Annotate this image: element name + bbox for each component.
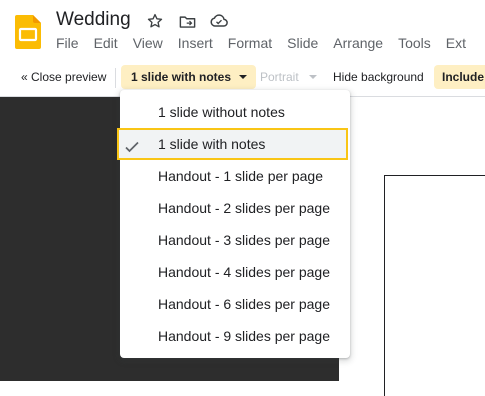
layout-option-handout-9[interactable]: Handout - 9 slides per page (120, 320, 350, 352)
menu-arrange[interactable]: Arrange (333, 35, 383, 55)
layout-option-handout-3[interactable]: Handout - 3 slides per page (120, 224, 350, 256)
menu-edit[interactable]: Edit (94, 35, 118, 55)
orientation-dropdown: Portrait (260, 65, 317, 89)
caret-down-icon (308, 75, 317, 79)
layout-option-slide-without-notes[interactable]: 1 slide without notes (120, 96, 350, 128)
layout-option-handout-1[interactable]: Handout - 1 slide per page (120, 160, 350, 192)
layout-dropdown[interactable]: 1 slide with notes (121, 65, 257, 89)
menu-insert[interactable]: Insert (178, 35, 213, 55)
layout-menu: 1 slide without notes 1 slide with notes… (117, 90, 350, 358)
layout-option-slide-with-notes[interactable]: 1 slide with notes (117, 128, 348, 160)
menu-extensions[interactable]: Ext (446, 35, 466, 55)
layout-dropdown-label: 1 slide with notes (131, 70, 232, 84)
close-preview-button[interactable]: « Close preview (21, 65, 106, 89)
menu-view[interactable]: View (133, 35, 163, 55)
menu-tools[interactable]: Tools (398, 35, 431, 55)
layout-option-handout-2[interactable]: Handout - 2 slides per page (120, 192, 350, 224)
cloud-saved-icon[interactable] (209, 11, 229, 31)
include-skipped-button[interactable]: Include s (434, 65, 485, 89)
move-to-folder-icon[interactable] (177, 11, 197, 31)
star-icon[interactable] (145, 11, 165, 31)
menu-format[interactable]: Format (228, 35, 272, 55)
layout-option-handout-6[interactable]: Handout - 6 slides per page (120, 288, 350, 320)
hide-background-button[interactable]: Hide background (333, 65, 424, 89)
orientation-label: Portrait (260, 70, 299, 84)
menu-file[interactable]: File (56, 35, 79, 55)
check-icon (124, 136, 140, 153)
document-title[interactable]: Wedding (56, 9, 131, 31)
toolbar-divider (115, 68, 116, 88)
caret-down-icon (239, 75, 248, 79)
menu-bar: File Edit View Insert Format Slide Arran… (56, 35, 466, 55)
layout-option-handout-4[interactable]: Handout - 4 slides per page (120, 256, 350, 288)
preview-page (384, 175, 485, 396)
slides-app-icon[interactable] (15, 15, 41, 49)
menu-slide[interactable]: Slide (287, 35, 318, 55)
